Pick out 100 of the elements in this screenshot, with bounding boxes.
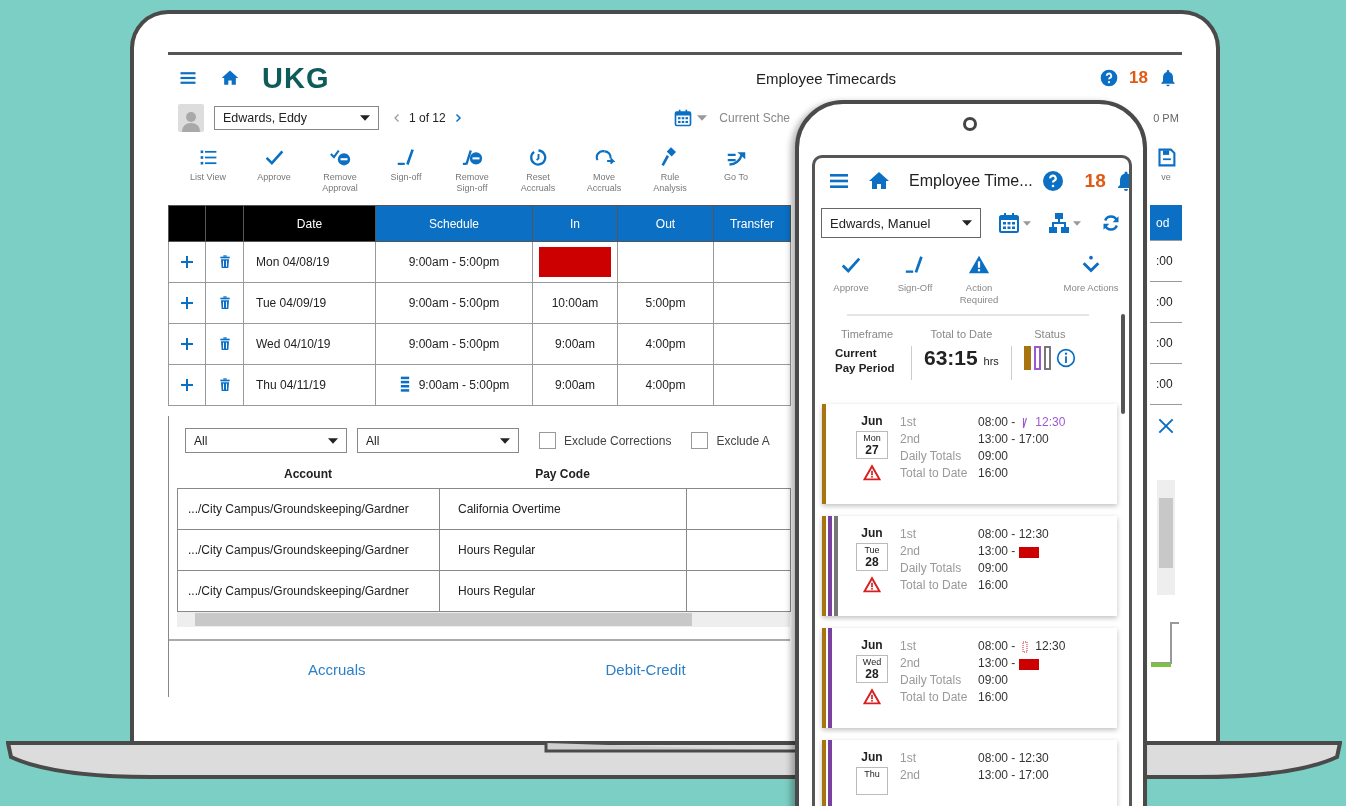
day-card[interactable]: Jun Wed 28 1st 08:00 - 12:30 2nd 13:00 - Daily Totals 09:00 Total to Date 16:00	[822, 628, 1117, 728]
footer-tab[interactable]: Debit-Credit	[605, 660, 686, 678]
action-button[interactable]: More Actions	[1059, 254, 1123, 308]
toolbar-button[interactable]: Move Accruals	[571, 147, 637, 194]
add-icon[interactable]	[179, 336, 195, 352]
page-indicator: 1 of 12	[409, 111, 446, 125]
total-hours: 63:15 hrs	[924, 346, 999, 370]
time-value: 13:00 -	[978, 543, 1016, 560]
toolbar-button[interactable]: ve	[1150, 147, 1182, 183]
calendar-icon[interactable]	[997, 211, 1021, 235]
line-label: Total to Date	[900, 577, 969, 594]
line-label: 2nd	[900, 431, 922, 448]
add-icon[interactable]	[179, 254, 195, 270]
help-icon[interactable]	[1099, 68, 1120, 88]
date-box: Thu	[856, 767, 888, 795]
scrollbar[interactable]	[1121, 314, 1125, 414]
checkbox[interactable]: Exclude Corrections	[539, 432, 672, 449]
line-label: 1st	[900, 526, 917, 543]
help-icon[interactable]	[1040, 169, 1065, 193]
table-cell: 9:00am - 5:00pm	[408, 337, 500, 351]
org-chart-icon[interactable]	[1047, 211, 1071, 235]
action-button[interactable]: Sign-Off	[883, 254, 947, 308]
toolbar-button[interactable]: Reset Accruals	[505, 147, 571, 194]
employee-select[interactable]: Edwards, Manuel	[821, 208, 981, 238]
toolbar-button[interactable]: List View	[175, 147, 241, 183]
missing-punch[interactable]	[1019, 657, 1040, 670]
day-card[interactable]: Jun Thu 1st 08:00 - 12:30 2nd 13:00 - 17:00	[822, 740, 1117, 806]
missing-punch[interactable]	[1019, 545, 1040, 558]
summary-label: Status	[1034, 328, 1066, 340]
employee-select[interactable]: Edwards, Eddy	[214, 106, 379, 130]
time-value: 16:00	[978, 465, 1009, 482]
camera-icon	[963, 117, 977, 131]
date-box: Wed 28	[856, 655, 888, 683]
time-value: 09:00	[978, 560, 1009, 577]
time-value: 08:00 - 12:30	[978, 526, 1049, 543]
save-icon	[1155, 147, 1177, 168]
table-cell: .../City Campus/Groundskeeping/Gardner	[177, 570, 440, 612]
schedule-note-icon[interactable]	[398, 375, 411, 395]
caret-icon	[697, 115, 708, 121]
notification-count: 18	[1084, 170, 1106, 192]
add-icon[interactable]	[179, 377, 195, 393]
action-button[interactable]: Action Required	[947, 254, 1011, 308]
vertical-scrollbar[interactable]	[1157, 480, 1175, 595]
table-cell: :00	[1150, 240, 1182, 282]
table-cell: 4:00pm	[645, 337, 686, 351]
line-label: 2nd	[900, 767, 922, 784]
time-value: 12:30	[1035, 638, 1066, 655]
line-label: Total to Date	[900, 689, 969, 706]
add-icon[interactable]	[179, 295, 195, 311]
chart-fragment-drawing	[1151, 619, 1181, 669]
horizontal-scrollbar[interactable]	[177, 612, 790, 627]
line-label: Total to Date	[900, 465, 969, 482]
page-title: Employee Time...	[909, 172, 1033, 190]
summary-label: Timeframe	[840, 328, 894, 340]
table-cell: Mon 04/08/19	[243, 241, 376, 283]
table-cell: Wed 04/10/19	[243, 323, 376, 365]
day-card[interactable]: Jun Tue 28 1st 08:00 - 12:30 2nd 13:00 - Daily Totals 09:00 Total to Date 16:00	[822, 516, 1117, 616]
table-cell: :00	[1150, 281, 1182, 323]
toolbar-button[interactable]: Remove Approval	[307, 147, 373, 194]
close-icon[interactable]	[1156, 416, 1176, 436]
sign-off-icon	[904, 254, 926, 276]
month-label: Jun	[861, 638, 883, 652]
day-card[interactable]: Jun Mon 27 1st 08:00 - 12:30 2nd 13:00 - 17:00 Daily Totals 09:00 Total to Date 16:00	[822, 404, 1117, 504]
clock-reset-icon	[527, 147, 549, 168]
table-cell: .../City Campus/Groundskeeping/Gardner	[177, 529, 440, 571]
warning-icon	[968, 254, 990, 276]
time-value: 08:00 -	[978, 638, 1016, 655]
avatar	[178, 104, 204, 132]
home-icon[interactable]	[220, 68, 240, 88]
toolbar-button[interactable]: Remove Sign-off	[439, 147, 505, 194]
line-label: 1st	[900, 638, 917, 655]
date-box: Tue 28	[856, 543, 888, 571]
column-header: In	[532, 205, 618, 242]
filter-select[interactable]: All	[185, 428, 347, 453]
time-value: 09:00	[978, 448, 1009, 465]
table-cell: Thu 04/11/19	[243, 364, 376, 406]
line-label: Daily Totals	[900, 448, 963, 465]
table-cell: 9:00am - 5:00pm	[408, 255, 500, 269]
time-text: 0 PM	[1153, 112, 1179, 124]
page-title: Employee Timecards	[755, 69, 896, 87]
checkbox[interactable]: Exclude A	[691, 432, 770, 449]
calendar-icon[interactable]	[673, 108, 694, 128]
table-cell: California Overtime	[439, 488, 687, 530]
table-cell: 5:00pm	[645, 296, 686, 310]
checkmark-minus-icon	[329, 147, 351, 168]
caret-icon	[1023, 220, 1031, 226]
toolbar-button[interactable]: Rule Analysis	[637, 147, 703, 194]
bell-icon[interactable]	[1158, 68, 1178, 88]
line-label: Daily Totals	[900, 672, 963, 689]
refresh-icon[interactable]	[1101, 213, 1121, 233]
filter-select[interactable]: All	[357, 428, 519, 453]
footer-tab[interactable]: Accruals	[308, 660, 366, 678]
time-value: 16:00	[978, 689, 1009, 706]
caret-icon	[962, 220, 972, 226]
action-button[interactable]: Approve	[819, 254, 883, 308]
table-cell: :00	[1150, 363, 1182, 405]
toolbar-button[interactable]: Approve	[241, 147, 307, 183]
toolbar-button[interactable]: Sign-off	[373, 147, 439, 183]
toolbar-button[interactable]: Go To	[703, 147, 769, 183]
info-icon[interactable]	[1055, 348, 1076, 368]
